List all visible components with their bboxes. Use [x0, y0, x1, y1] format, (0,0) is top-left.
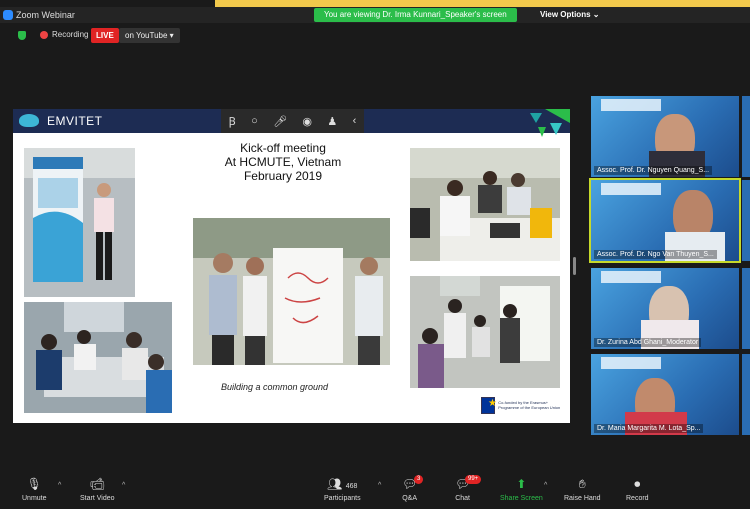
circle-icon[interactable]: ○ — [251, 115, 258, 127]
stream-target-label: on YouTube — [125, 31, 168, 40]
unmute-label: Unmute — [22, 495, 47, 502]
conference-banner-backdrop — [601, 271, 661, 283]
annotation-toolbar: Ꞵ ○ 🎤︎ ◉ ♟ ‹ — [221, 109, 364, 133]
slide-brand: EMVITET — [47, 114, 103, 128]
participant-name: Dr. Maria Margarita M. Lota_Sp... — [594, 424, 704, 433]
share-screen-icon: ⬆ — [516, 477, 527, 491]
recording-label: Recording — [52, 30, 89, 39]
share-options-chevron-icon[interactable]: ^ — [544, 482, 547, 489]
record-button[interactable]: ⏺ Record — [626, 477, 649, 503]
raise-hand-button[interactable]: ✋︎ Raise Hand — [564, 477, 601, 503]
security-shield-icon[interactable] — [18, 31, 26, 40]
workshop-whiteboard-photo — [410, 276, 560, 388]
app-title: Zoom Webinar — [16, 10, 75, 20]
record-icon: ⏺ — [634, 477, 641, 491]
qa-badge: 3 — [414, 475, 424, 484]
shared-screen-slide: EMVITET Ꞵ ○ 🎤︎ ◉ ♟ ‹ Kick-off meeting At… — [13, 109, 570, 423]
muted-mic-icon: 🎙︎ — [26, 477, 42, 491]
start-video-button[interactable]: 📹︎ Start Video — [80, 477, 115, 503]
slide-title-line: At HCMUTE, Vietnam — [224, 155, 342, 169]
meeting-room-photo — [24, 302, 172, 413]
view-options-button[interactable]: View Options ⌄ — [540, 10, 599, 19]
flipchart-group-photo — [193, 218, 390, 365]
offscreen-tile-edge — [742, 354, 750, 435]
participant-video-tile[interactable]: Dr. Maria Margarita M. Lota_Sp... — [591, 354, 739, 435]
chat-badge: 99+ — [465, 475, 482, 484]
eu-cofunded-text: Co-funded by the Erasmus+ Programme of t… — [498, 400, 561, 410]
stamp-icon[interactable]: ♟ — [327, 115, 337, 128]
chat-icon: 💬︎ 99+ — [455, 475, 482, 491]
video-off-icon: 📹︎ — [89, 477, 105, 491]
offscreen-tile-edge — [742, 180, 750, 261]
table-discussion-photo — [410, 148, 560, 261]
record-icon[interactable]: ◉ — [302, 115, 312, 128]
meeting-controls-bar: 🎙︎ Unmute ^ 📹︎ Start Video ^ 👥︎ 468 Part… — [0, 474, 750, 509]
view-options-label: View Options — [540, 10, 591, 19]
viewing-screen-banner: You are viewing Dr. Irma Kunnari_Speaker… — [314, 8, 517, 22]
participant-video-tile[interactable]: Dr. Zurina Abd Ghani_Moderator — [591, 268, 739, 349]
back-icon[interactable]: ‹ — [353, 115, 357, 127]
offscreen-tile-edge — [742, 96, 750, 177]
header-decoration-icon — [530, 109, 570, 137]
mic-icon[interactable]: 🎤︎ — [273, 115, 287, 128]
meeting-status-row: Recording LIVE on YouTube ▾ — [0, 27, 300, 45]
video-options-chevron-icon[interactable]: ^ — [122, 482, 125, 489]
slide-title: Kick-off meeting At HCMUTE, Vietnam Febr… — [208, 141, 358, 183]
record-label: Record — [626, 495, 649, 502]
participants-icon: 👥︎ — [327, 477, 343, 491]
emvitet-logo-icon — [19, 114, 39, 127]
chat-label: Chat — [455, 495, 471, 502]
conference-banner-backdrop — [601, 99, 661, 111]
gallery-scroll-handle[interactable] — [573, 257, 576, 275]
slide-caption: Building a common ground — [221, 382, 329, 392]
raise-hand-label: Raise Hand — [564, 495, 601, 502]
slide-header: EMVITET Ꞵ ○ 🎤︎ ◉ ♟ ‹ — [13, 109, 570, 137]
share-screen-label: Share Screen — [500, 495, 543, 502]
participants-options-chevron-icon[interactable]: ^ — [378, 482, 381, 489]
audio-options-chevron-icon[interactable]: ^ — [58, 482, 61, 489]
active-speaker-tile[interactable]: Assoc. Prof. Dr. Ngo Van Thuyen_S... — [589, 178, 741, 263]
participants-label: Participants — [324, 495, 361, 502]
qa-button[interactable]: 💬︎ 3 Q&A — [402, 475, 424, 502]
conference-banner-backdrop — [601, 357, 661, 369]
top-accent-strip — [215, 0, 750, 7]
zoom-app-icon — [3, 10, 13, 20]
slide-title-line: Kick-off meeting — [240, 141, 326, 155]
offscreen-tile-edge — [742, 268, 750, 349]
eu-cofunded-logo: Co-funded by the Erasmus+ Programme of t… — [481, 394, 561, 416]
live-on-youtube-button[interactable]: on YouTube ▾ — [119, 28, 180, 43]
slide-title-line: February 2019 — [243, 169, 323, 183]
participant-name: Assoc. Prof. Dr. Nguyen Quang_S... — [594, 166, 713, 175]
raise-hand-icon: ✋︎ — [578, 477, 586, 491]
start-video-label: Start Video — [80, 495, 115, 502]
chat-button[interactable]: 💬︎ 99+ Chat — [455, 475, 482, 502]
participant-name: Assoc. Prof. Dr. Ngo Van Thuyen_S... — [594, 250, 717, 259]
participants-button[interactable]: 👥︎ 468 Participants — [324, 477, 361, 503]
draw-icon[interactable]: Ꞵ — [229, 114, 236, 129]
participant-name: Dr. Zurina Abd Ghani_Moderator — [594, 338, 702, 347]
share-screen-button[interactable]: ⬆ Share Screen — [500, 477, 543, 503]
participant-video-tile[interactable]: Assoc. Prof. Dr. Nguyen Quang_S... — [591, 96, 739, 177]
live-badge: LIVE — [91, 28, 119, 43]
qa-label: Q&A — [402, 495, 418, 502]
kickoff-banner-photo — [24, 148, 135, 297]
qa-icon: 💬︎ 3 — [402, 475, 424, 491]
recording-dot-icon — [40, 31, 48, 39]
participants-count: 468 — [345, 483, 358, 490]
conference-banner-backdrop — [601, 183, 661, 195]
unmute-button[interactable]: 🎙︎ Unmute — [22, 477, 47, 503]
eu-flag-icon — [481, 396, 497, 414]
window-titlebar: Zoom Webinar You are viewing Dr. Irma Ku… — [0, 7, 750, 23]
